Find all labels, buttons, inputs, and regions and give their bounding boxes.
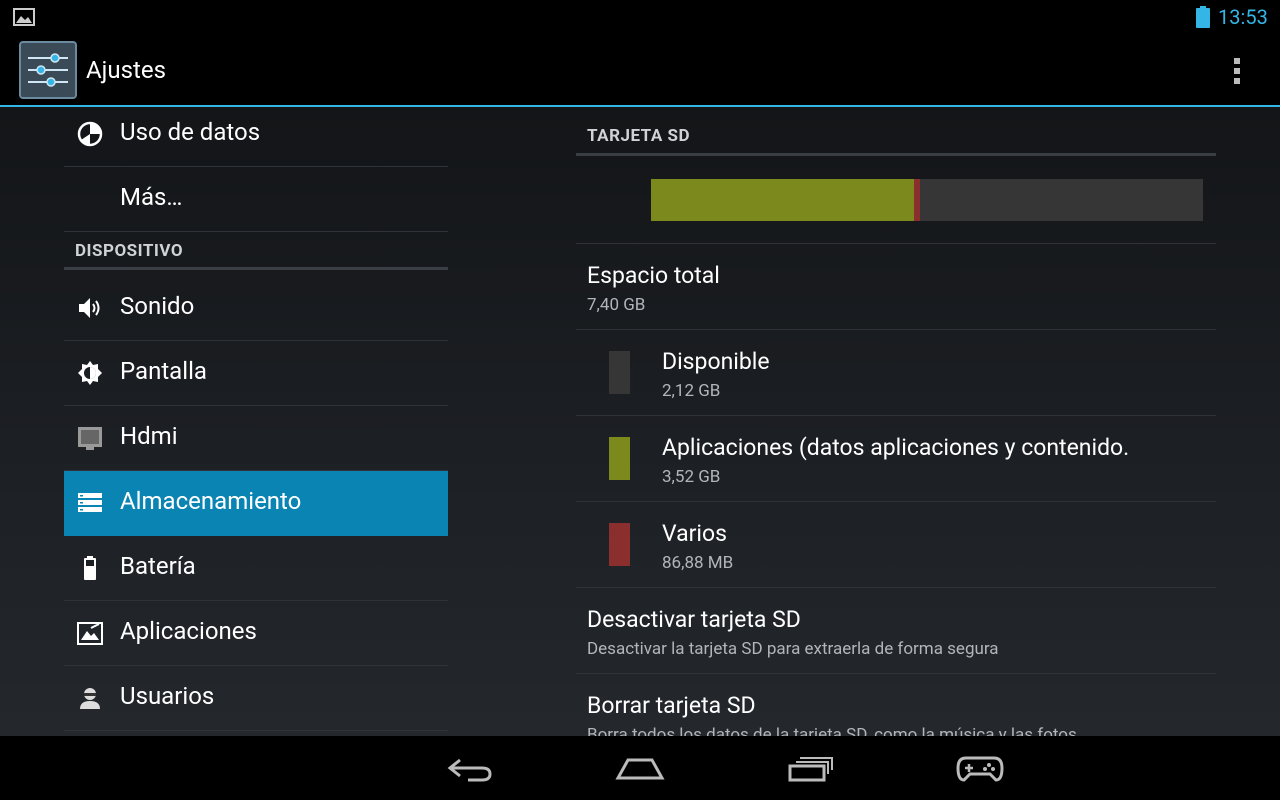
usage-segment-disponible bbox=[920, 179, 1203, 221]
aplicaciones-swatch bbox=[609, 437, 630, 480]
menu-item-aplicaciones[interactable]: Aplicaciones bbox=[64, 601, 448, 666]
back-icon[interactable] bbox=[442, 750, 498, 786]
navigation-bar bbox=[0, 736, 1280, 800]
brightness-icon bbox=[78, 361, 102, 385]
varios-swatch bbox=[609, 523, 630, 566]
status-clock: 13:53 bbox=[1218, 5, 1268, 29]
settings-content: Uso de datos Más… DISPOSITIVO Sonido Pan… bbox=[0, 107, 1280, 736]
menu-item-pantalla[interactable]: Pantalla bbox=[64, 341, 448, 406]
usage-segment-aplicaciones bbox=[651, 179, 914, 221]
menu-item-usuarios[interactable]: Usuarios bbox=[64, 666, 448, 731]
unmount-sd-button[interactable]: Desactivar tarjeta SD Desactivar la tarj… bbox=[576, 587, 1216, 674]
menu-item-bateria[interactable]: Batería bbox=[64, 536, 448, 601]
battery-status-icon bbox=[1196, 6, 1210, 28]
detail-header-tarjeta-sd: TARJETA SD bbox=[576, 123, 1216, 156]
overflow-menu-icon[interactable] bbox=[1230, 56, 1244, 86]
storage-usage-bar bbox=[651, 179, 1203, 221]
section-header-dispositivo: DISPOSITIVO bbox=[64, 239, 448, 270]
settings-sliders-icon[interactable] bbox=[19, 41, 77, 99]
recent-apps-icon[interactable] bbox=[782, 750, 838, 786]
row-espacio-total: Espacio total 7,40 GB bbox=[576, 243, 1216, 330]
data-usage-icon bbox=[77, 121, 103, 147]
menu-item-mas[interactable]: Más… bbox=[64, 167, 448, 232]
hdmi-icon bbox=[78, 427, 102, 450]
home-icon[interactable] bbox=[612, 750, 668, 786]
menu-item-sonido[interactable]: Sonido bbox=[64, 276, 448, 341]
battery-icon bbox=[84, 556, 96, 580]
menu-item-almacenamiento[interactable]: Almacenamiento bbox=[64, 471, 448, 536]
status-bar: 13:53 bbox=[0, 0, 1280, 33]
menu-item-uso-de-datos[interactable]: Uso de datos bbox=[64, 107, 448, 167]
action-bar bbox=[0, 33, 1280, 105]
row-aplicaciones[interactable]: Aplicaciones (datos aplicaciones y conte… bbox=[576, 415, 1216, 502]
picture-notification-icon bbox=[13, 8, 35, 26]
erase-sd-button[interactable]: Borrar tarjeta SD Borra todos los datos … bbox=[576, 673, 1216, 736]
gamepad-icon[interactable] bbox=[952, 750, 1008, 786]
user-icon bbox=[80, 688, 100, 709]
apps-icon bbox=[77, 622, 103, 645]
row-disponible[interactable]: Disponible 2,12 GB bbox=[576, 329, 1216, 416]
storage-icon bbox=[78, 493, 102, 512]
row-varios[interactable]: Varios 86,88 MB bbox=[576, 501, 1216, 588]
menu-item-hdmi[interactable]: Hdmi bbox=[64, 406, 448, 471]
speaker-icon bbox=[79, 298, 100, 318]
app-title: Ajustes bbox=[86, 56, 166, 84]
disponible-swatch bbox=[609, 351, 630, 394]
